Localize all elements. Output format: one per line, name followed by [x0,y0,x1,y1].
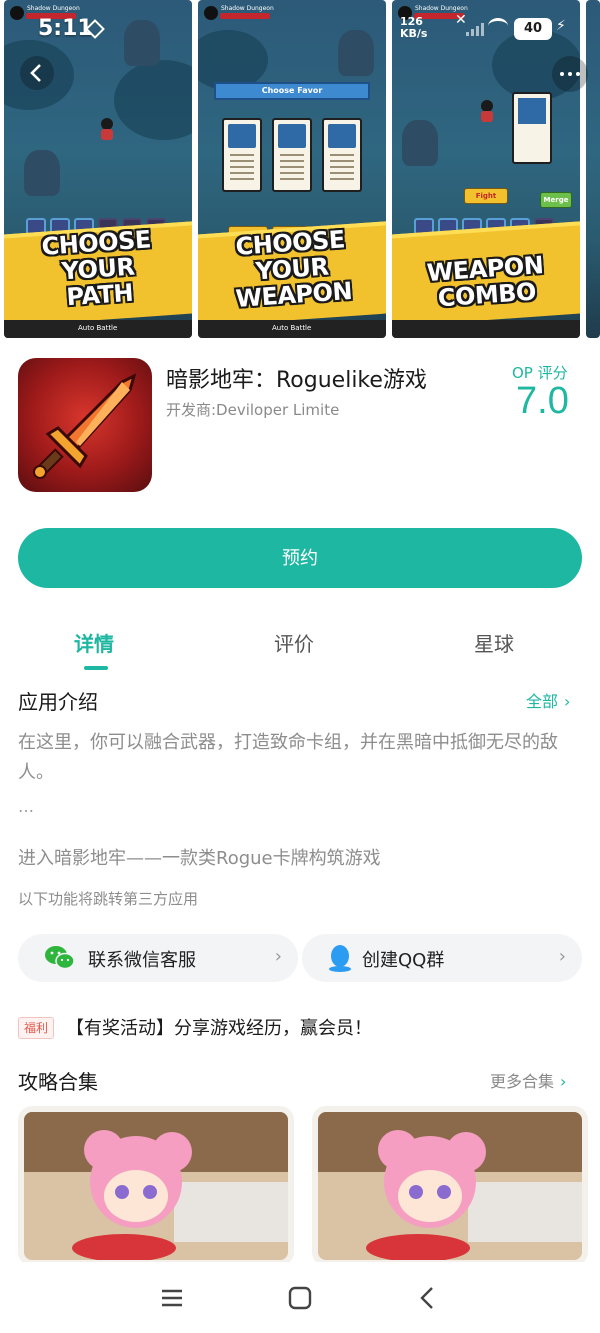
third-party-note: 以下功能将跳转第三方应用 [18,890,199,908]
screenshot-2[interactable]: Shadow Dungeon Choose Favor CHOOSE YOUR … [198,0,386,338]
game-hud: Shadow Dungeon [10,5,80,20]
qq-group-label: 创建QQ群 [362,950,445,971]
favor-title: Choose Favor [214,82,370,100]
more-button[interactable] [552,56,588,92]
welfare-badge: 福利 [18,1017,54,1039]
home-button[interactable] [286,1284,314,1312]
intro-ellipsis: … [18,797,34,816]
reserve-button[interactable]: 预约 [18,528,582,588]
activity-link[interactable]: 【有奖活动】分享游戏经历，赢会员！ [66,1014,372,1040]
qq-icon [329,945,351,972]
more-icon [560,72,580,76]
intro-title: 应用介绍 [18,690,98,714]
intro-text: 在这里，你可以融合武器，打造致命卡组，并在黑暗中抵御无尽的敌人。 [18,732,558,783]
intro-tagline: 进入暗影地牢——一款类Rogue卡牌构筑游戏 [18,848,381,869]
recent-apps-button[interactable] [158,1284,186,1312]
chevron-right-icon: › [564,692,571,711]
app-icon [18,358,152,492]
hero-sprite [481,100,493,122]
auto-battle-label: Auto Battle [78,324,118,332]
weapon-card [512,92,552,164]
system-back-button[interactable] [414,1284,442,1312]
app-name: 暗影地牢：Roguelike游戏 [166,368,427,393]
guide-thumbnail [318,1112,582,1260]
back-button[interactable] [20,56,54,90]
system-nav-bar [0,1262,600,1333]
screenshot-4[interactable] [586,0,600,338]
rating-score: 7.0 [516,380,569,422]
hud-name: Shadow Dungeon [415,5,468,12]
tab-reviews[interactable]: 评价 [274,628,314,657]
guides-more-link[interactable]: 更多合集 › [490,1068,566,1092]
chevron-right-icon: › [558,946,566,967]
screenshot-carousel[interactable]: Shadow Dungeon CHOOSE YOUR PATH Auto Bat… [0,0,600,340]
intro-all-label: 全部 [526,692,559,711]
wechat-icon [45,946,75,970]
hud-name: Shadow Dungeon [221,5,274,12]
hud-name: Shadow Dungeon [27,5,80,12]
guide-card[interactable] [18,1106,294,1266]
screenshot-1[interactable]: Shadow Dungeon CHOOSE YOUR PATH Auto Bat… [4,0,192,338]
hero-sprite [101,118,113,140]
fight-button: Fight [464,188,508,204]
home-icon [288,1286,312,1310]
back-arrow-icon [420,1287,433,1309]
wechat-service-button[interactable]: 联系微信客服 › [18,934,298,982]
intro-all-link[interactable]: 全部 › [526,688,570,712]
menu-icon [162,1289,182,1307]
guides-more-label: 更多合集 [490,1072,555,1091]
tab-details[interactable]: 详情 [74,628,114,657]
back-icon [30,64,41,82]
guide-thumbnail [24,1112,288,1260]
wechat-service-label: 联系微信客服 [88,950,196,971]
chevron-right-icon: › [560,1072,567,1091]
guides-title: 攻略合集 [18,1070,98,1094]
game-hud: Shadow Dungeon [204,5,274,20]
game-hud: Shadow Dungeon [398,5,468,20]
create-qq-group-button[interactable]: 创建QQ群 › [302,934,582,982]
merge-button: Merge [540,192,572,208]
auto-battle-label: Auto Battle [272,324,312,332]
developer-name[interactable]: 开发商:Deviloper Limite [166,399,339,420]
banner-text: CHOOSE YOUR WEAPON [234,225,353,313]
favor-cards [222,118,362,192]
tab-planet[interactable]: 星球 [474,628,514,657]
chevron-right-icon: › [274,946,282,967]
tab-indicator [84,666,108,670]
sword-icon [33,373,137,479]
screenshot-3[interactable]: Shadow Dungeon Fight Merge WEAPON COMBO [392,0,580,338]
banner-text: CHOOSE YOUR PATH [40,225,152,312]
guide-card[interactable] [312,1106,588,1266]
